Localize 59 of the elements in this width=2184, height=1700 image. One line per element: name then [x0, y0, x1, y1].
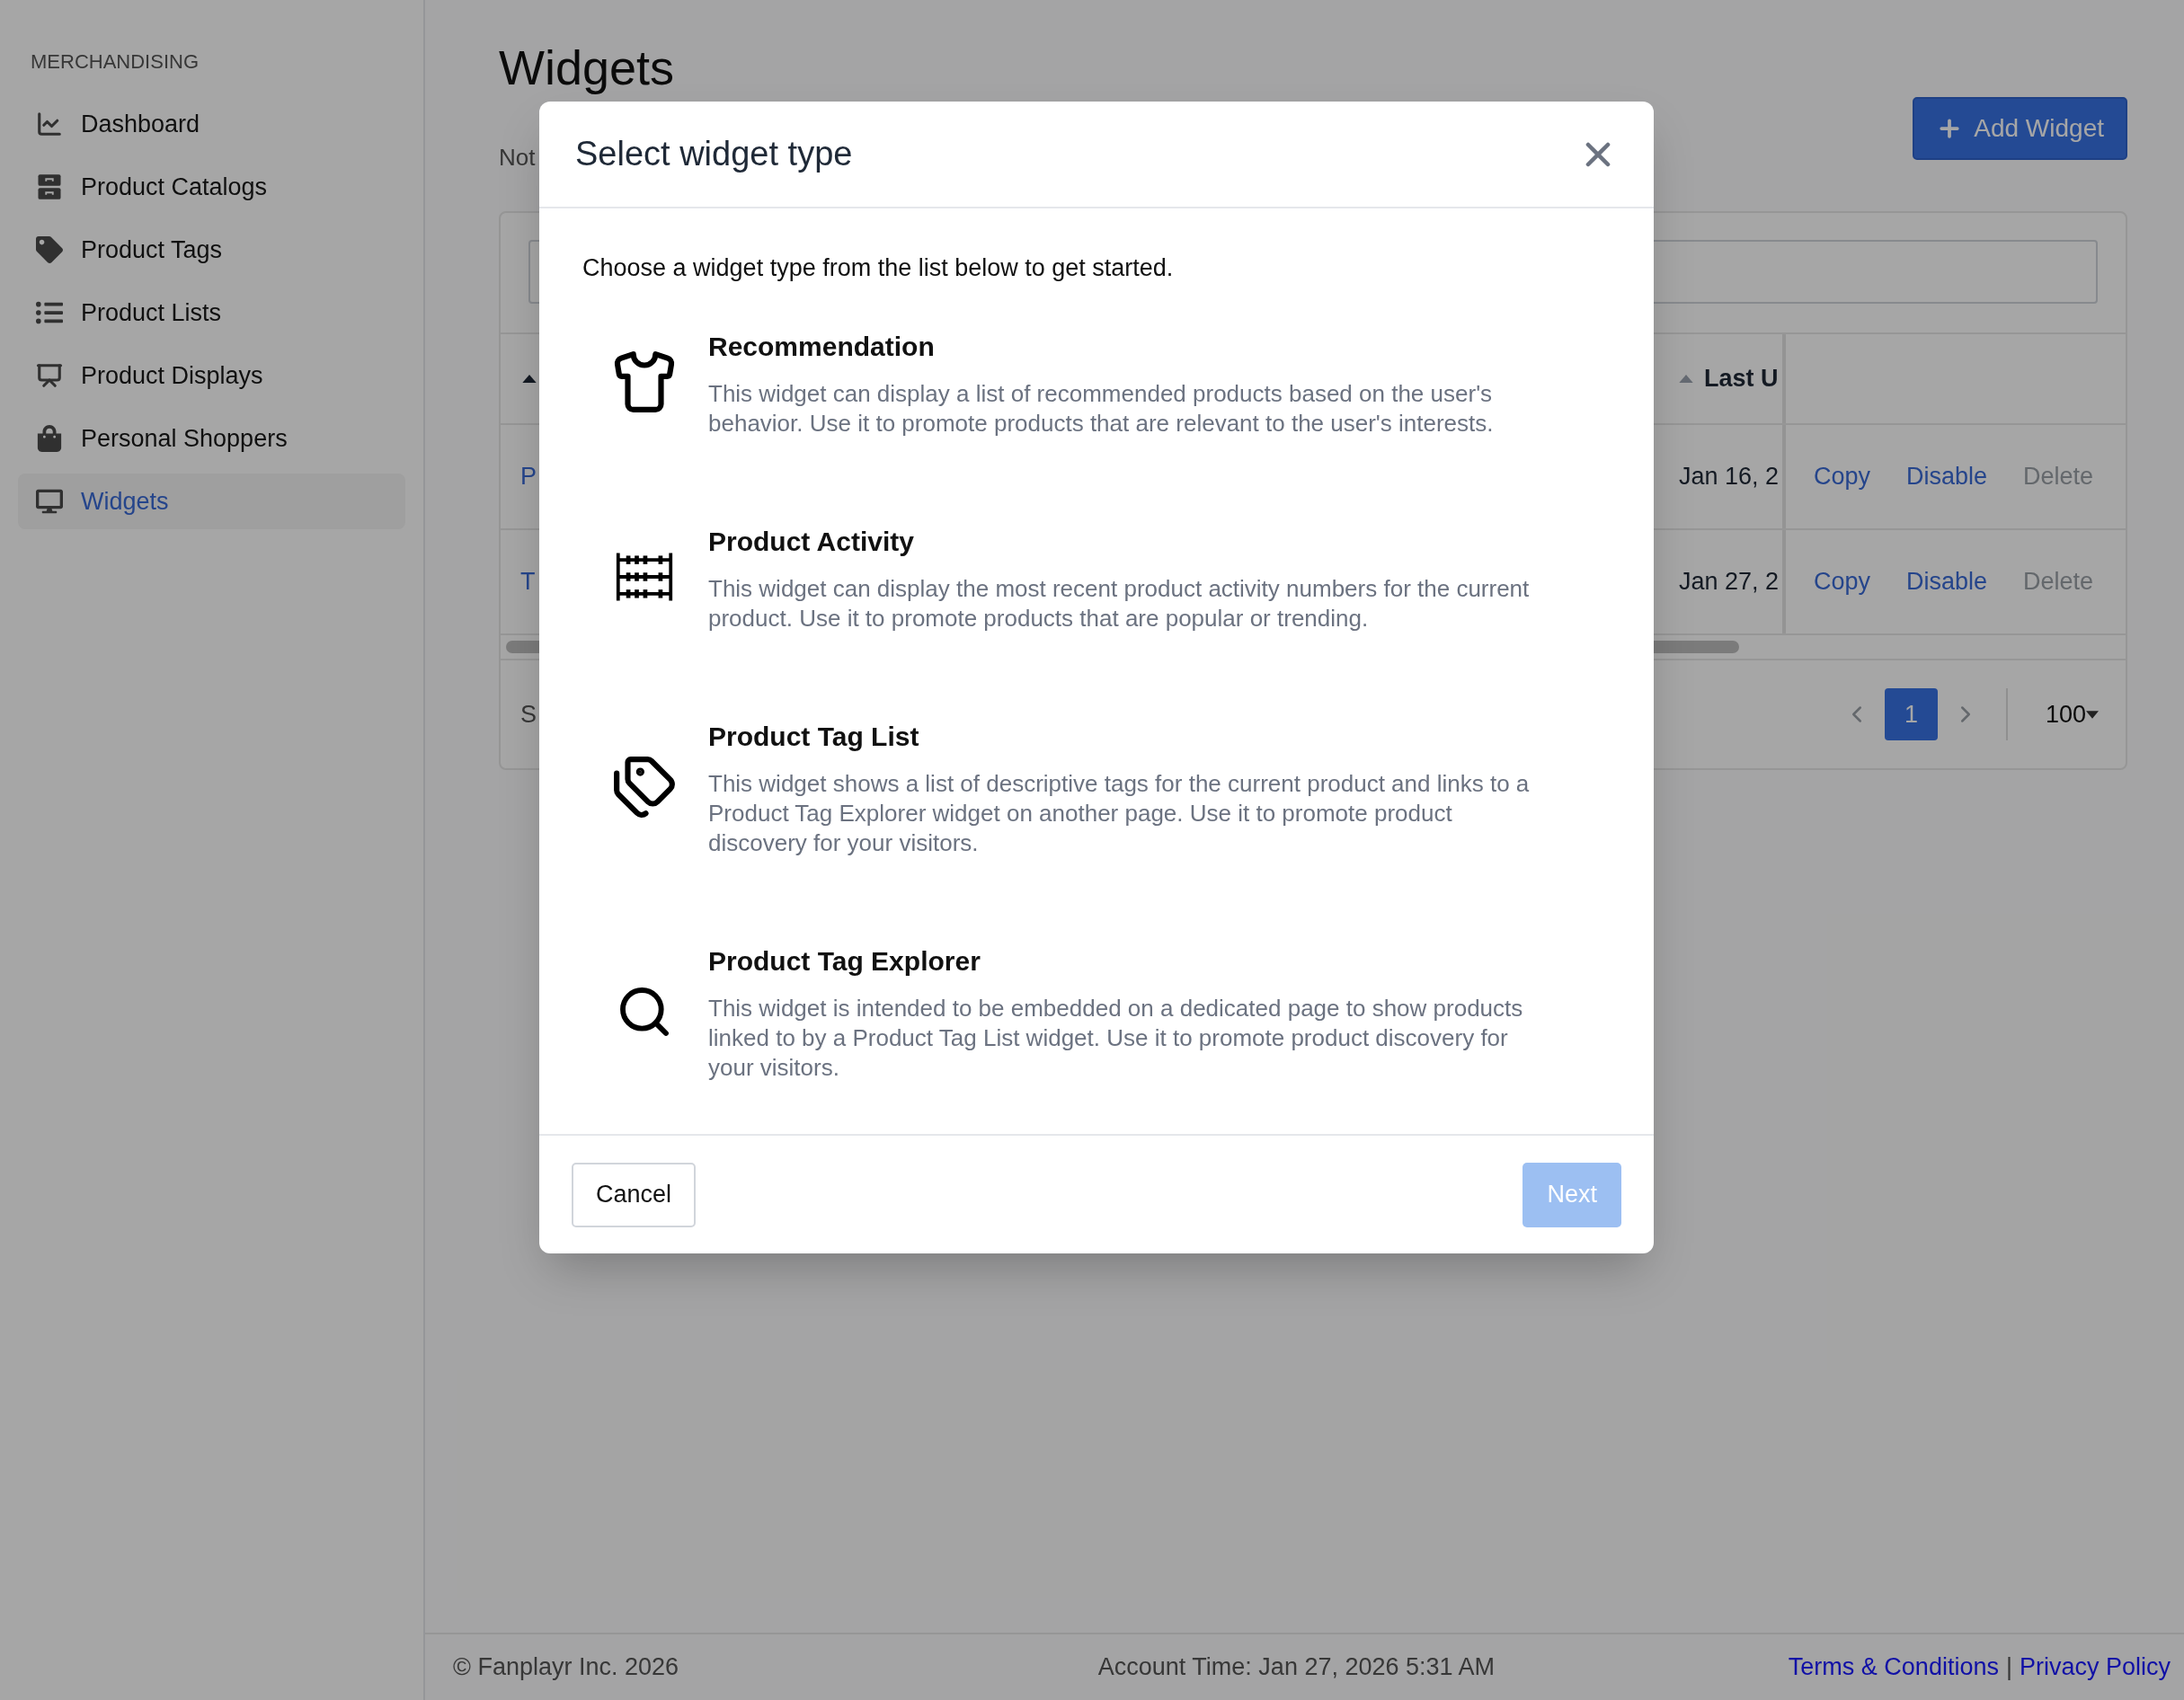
sort-icon[interactable] [522, 375, 537, 383]
list-icon [36, 299, 63, 326]
page-subtitle: Not [499, 143, 536, 173]
option-title: Recommendation [708, 330, 936, 363]
row-action-link[interactable]: Disable [1906, 563, 1988, 600]
drawers-icon [36, 173, 63, 200]
sidebar-item-label: Product Tags [81, 235, 223, 265]
cancel-button[interactable]: Cancel [572, 1162, 697, 1227]
row-action-link[interactable]: Copy [1814, 563, 1871, 600]
status-text: S [520, 699, 537, 730]
row-action-link[interactable]: Disable [1906, 458, 1988, 495]
sidebar-item-label: Product Displays [81, 360, 263, 391]
sidebar-item[interactable]: Personal Shoppers [18, 411, 405, 466]
widget-name-link[interactable]: T [520, 563, 536, 600]
row-action-link[interactable]: Copy [1814, 458, 1871, 495]
table-cell-text: Jan 27, 2 [1679, 567, 1780, 598]
terms-link[interactable]: Terms & Conditions [1788, 1649, 1999, 1686]
sidebar-item[interactable]: Product Tags [18, 222, 405, 278]
bag-icon [36, 425, 63, 452]
presentation-board-icon [36, 362, 63, 389]
option-description: This widget is intended to be embedded on a dedicated page to show products linked to by a Product Tag List widget. Use it to promote product discovery for your visitors. [708, 993, 1524, 1083]
sidebar-item-label: Product Lists [81, 297, 222, 328]
monitor-icon [36, 488, 63, 515]
widget-type-option[interactable]: Product Activity This widget can display the most recent product activity numbers for the current product. Use it to promote products that are popular or trending. [582, 520, 1611, 633]
account-time: Account Time: Jan 27, 2026 5:31 AM [1097, 1652, 1496, 1683]
option-description: This widget can display the most recent product activity numbers for the current product. Use it to promote products that are popular or trending. [708, 573, 1531, 633]
option-title: Product Tag List [708, 720, 920, 753]
sidebar-item-label: Widgets [81, 486, 169, 517]
sidebar-heading: MERCHANDISING [30, 49, 200, 75]
option-title: Product Activity [708, 525, 915, 558]
sidebar-item-label: Product Catalogs [81, 172, 268, 202]
widget-type-option[interactable]: Recommendation This widget can display a list of recommended products based on the user's behavior. Use it to promote products that are relevant to the user's interests. [582, 325, 1611, 438]
widget-type-option[interactable]: Product Tag Explorer This widget is intended to be embedded on a dedicated page to show products linked to by a Product Tag List widget. Use it to promote product discovery for your visitors. [582, 940, 1611, 1083]
widget-name-link[interactable]: P [520, 458, 537, 495]
sidebar-item-label: Dashboard [81, 109, 200, 139]
option-title: Product Tag Explorer [708, 944, 981, 978]
option-description: This widget can display a list of recommended products based on the user's behavior. Use it to promote products that are relevant to the user's interests. [708, 378, 1495, 438]
table-cell-text: Jan 16, 2 [1679, 462, 1780, 492]
sidebar-item[interactable]: Widgets [18, 474, 405, 529]
tag-icon [36, 236, 63, 263]
abacus-icon [615, 551, 674, 603]
column-header[interactable]: Last U [1704, 360, 1779, 397]
sidebar-item[interactable]: Dashboard [18, 96, 405, 152]
widget-type-option[interactable]: Product Tag List This widget shows a list of descriptive tags for the current product and links to a Product Tag Explorer widget on another page. Use it to promote product discovery for your visitors. [582, 715, 1611, 858]
privacy-link[interactable]: Privacy Policy [2019, 1649, 2171, 1686]
caret-icon [2086, 710, 2099, 719]
sidebar-item[interactable]: Product Lists [18, 285, 405, 341]
page-button[interactable]: 1 [1884, 688, 1938, 740]
modal-title: Select widget type [575, 134, 853, 174]
add-widget-button[interactable]: Add Widget [1913, 97, 2127, 160]
sidebar-item-label: Personal Shoppers [81, 423, 288, 454]
chart-icon [36, 111, 63, 137]
sidebar-item[interactable]: Product Displays [18, 348, 405, 403]
modal-intro: Choose a widget type from the list below to get started. [582, 253, 1175, 283]
sidebar-item[interactable]: Product Catalogs [18, 159, 405, 215]
option-description: This widget shows a list of descriptive tags for the current product and links to a Product Tag Explorer widget on another page. Use it to promote product discovery for your visitors. [708, 768, 1531, 858]
page-size-select[interactable]: 100 [2045, 695, 2099, 733]
copyright-text: © Fanplayr Inc. 2026 [453, 1652, 679, 1683]
link-separator: | [2005, 1652, 2012, 1683]
